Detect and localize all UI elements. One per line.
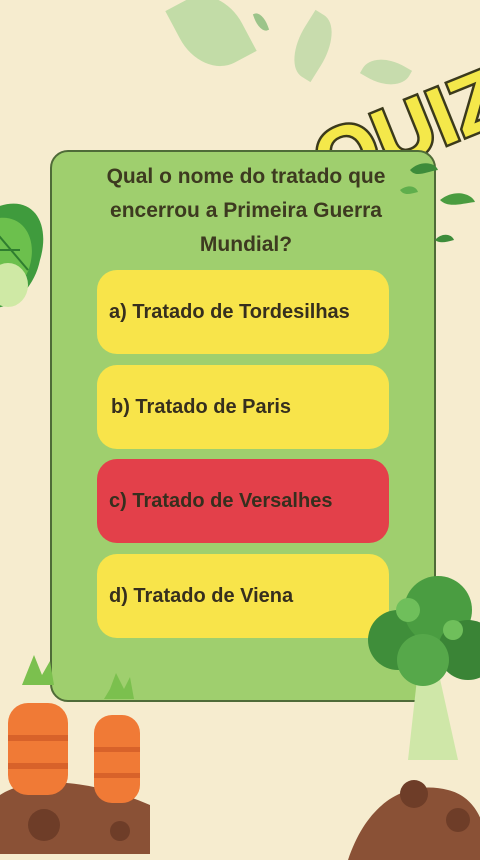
question-text: Qual o nome do tratado que encerrou a Pr… (106, 165, 386, 256)
answer-option-d[interactable]: d) Tratado de Viena (97, 554, 389, 638)
answer-option-label: b) Tratado de Paris (111, 395, 292, 418)
answer-option-b[interactable]: b) Tratado de Paris (97, 365, 389, 449)
carrot-icon (0, 655, 150, 854)
answer-option-label: c) Tratado de Versalhes (109, 489, 333, 512)
dirt-mound-icon (348, 780, 480, 860)
leaf-icon (165, 0, 257, 80)
answer-option-a[interactable]: a) Tratado de Tordesilhas (97, 270, 389, 354)
leaf-icon (252, 10, 270, 34)
answer-option-label: a) Tratado de Tordesilhas (109, 300, 350, 323)
answer-option-label: d) Tratado de Viena (109, 584, 294, 607)
answer-option-c[interactable]: c) Tratado de Versalhes (97, 459, 389, 543)
